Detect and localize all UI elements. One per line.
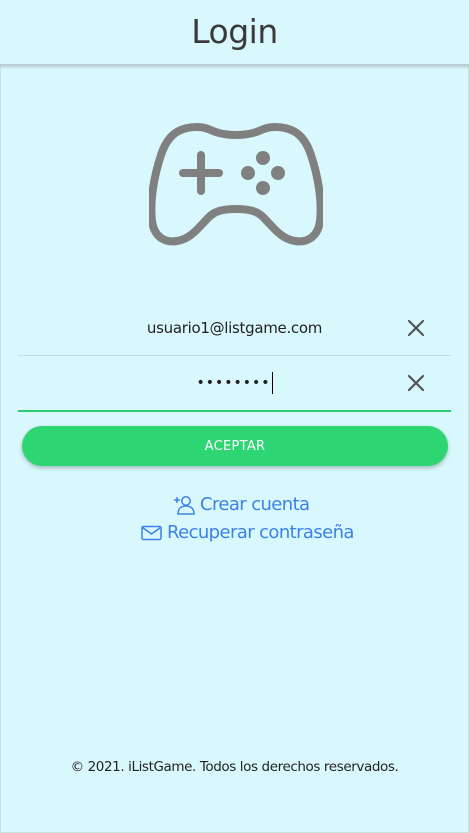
accept-button[interactable]: ACEPTAR [22,426,448,466]
recover-password-link[interactable]: Recuperar contraseña [141,522,354,543]
text-caret [271,372,273,394]
recover-password-label: Recuperar contraseña [167,522,354,543]
app-header: Login [0,0,469,65]
add-user-icon [174,495,195,515]
clear-password-button[interactable] [407,374,425,392]
password-input[interactable]: •••••••• [28,356,441,410]
password-field[interactable]: •••••••• [18,356,451,412]
gamepad-icon [147,121,325,249]
close-icon [407,374,425,392]
page-title: Login [191,12,278,51]
email-input[interactable]: usuario1@listgame.com [28,301,441,355]
clear-email-button[interactable] [407,319,425,337]
footer-copyright: © 2021. iListGame. Todos los derechos re… [70,759,399,775]
password-masked-value: •••••••• [196,375,271,391]
email-field[interactable]: usuario1@listgame.com [18,301,451,356]
create-account-link[interactable]: Crear cuenta [173,494,310,515]
create-account-label: Crear cuenta [200,494,310,515]
close-icon [407,319,425,337]
mail-icon [141,525,162,540]
